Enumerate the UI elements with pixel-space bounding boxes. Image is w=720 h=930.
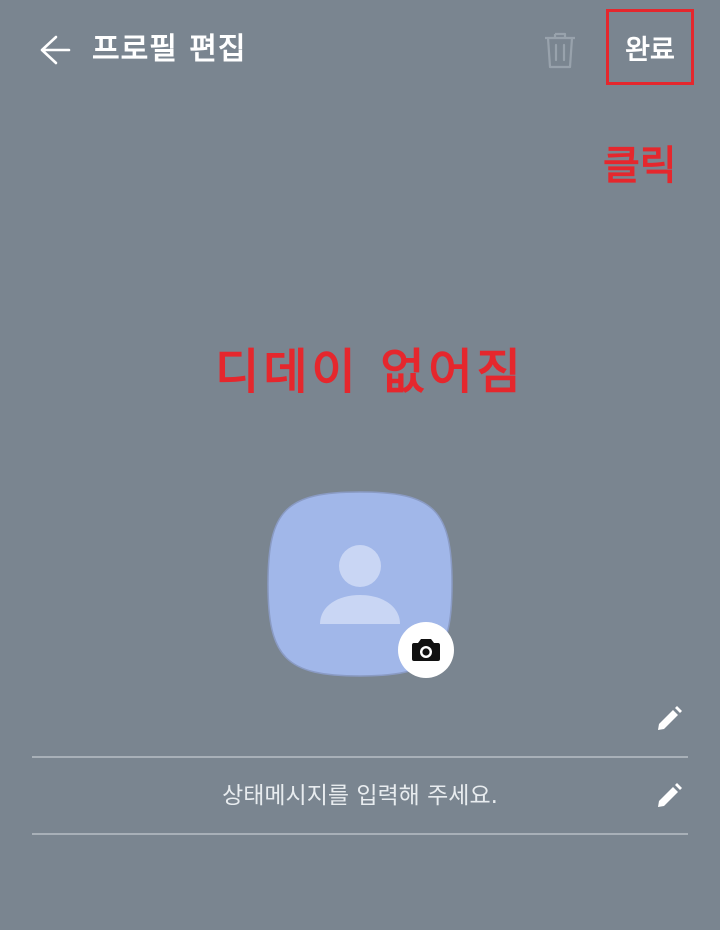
camera-icon [412,639,440,661]
camera-button[interactable] [398,622,454,678]
divider-name [32,756,688,758]
done-button[interactable]: 완료 [606,9,694,85]
annotation-click-label: 클릭 [603,143,677,189]
divider-status [32,833,688,835]
page-title: 프로필 편집 [92,32,247,67]
status-message-input[interactable]: 상태메시지를 입력해 주세요. [32,776,688,816]
app-header: 프로필 편집 완료 [0,0,720,100]
trash-icon[interactable] [542,30,578,70]
back-arrow-icon[interactable] [36,32,72,68]
status-edit-pencil-icon[interactable] [654,781,684,811]
annotation-dday-removed: 디데이 없어짐 [215,344,525,400]
name-edit-pencil-icon[interactable] [654,704,684,734]
